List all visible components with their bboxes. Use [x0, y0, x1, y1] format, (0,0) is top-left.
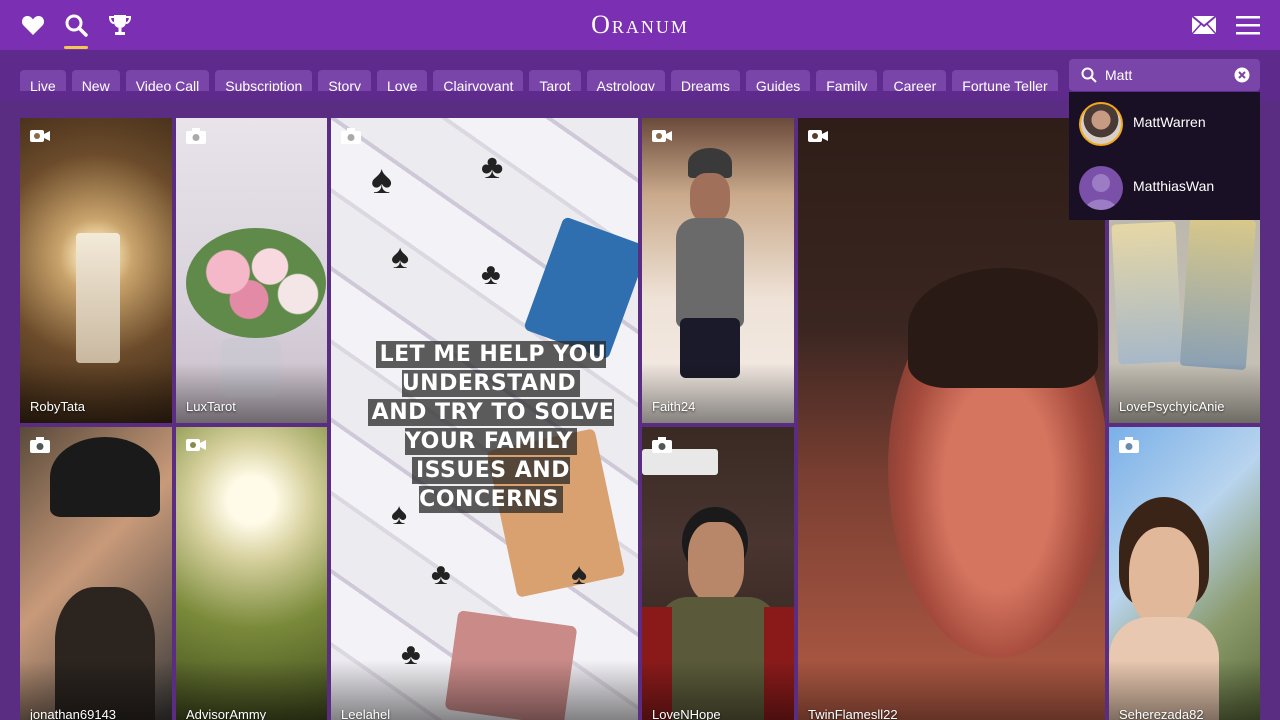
category-chip[interactable]: Subscription [215, 70, 313, 91]
performer-name: LovePsychyicAnie [1119, 399, 1225, 414]
category-chip[interactable]: Family [816, 70, 878, 91]
performer-tile[interactable]: ♠ ♣ ♠ ♣ ♠ ♣ ♣ ♠ LET ME HELP YOU UNDERSTA… [331, 118, 638, 720]
club-glyph: ♣ [481, 148, 504, 186]
performer-tile[interactable]: jonathan69143 [20, 427, 172, 720]
performer-name: Leelahel [341, 707, 391, 720]
camera-icon [652, 437, 672, 453]
category-chip[interactable]: Guides [745, 70, 811, 91]
search-result-name: MatthiasWan [1133, 178, 1215, 194]
search-results-dropdown: MattWarren MatthiasWan [1069, 92, 1260, 220]
performer-tile[interactable]: TwinFlamesll22 [798, 118, 1105, 720]
category-chip[interactable]: Fortune Teller [952, 70, 1058, 91]
performer-name: AdvisorAmmy [186, 707, 267, 720]
trophy-icon[interactable] [107, 12, 133, 38]
camera-icon [186, 128, 206, 144]
avatar [1079, 102, 1123, 146]
camera-icon [1119, 437, 1139, 453]
performer-name: LoveNHope [652, 707, 721, 720]
performer-name: Seherezada82 [1119, 707, 1204, 720]
search-result-item[interactable]: MatthiasWan [1069, 156, 1260, 220]
performer-name: Faith24 [652, 399, 696, 414]
category-chip[interactable]: Dreams [670, 70, 740, 91]
video-icon [30, 130, 50, 142]
performer-tile[interactable]: Seherezada82 [1109, 427, 1260, 720]
club-glyph: ♣ [481, 258, 501, 291]
avatar-placeholder [1079, 166, 1123, 210]
camera-icon [341, 128, 361, 144]
performer-name: RobyTata [30, 399, 85, 414]
search-icon [1081, 67, 1097, 83]
category-chip[interactable]: Live [20, 70, 66, 91]
club-glyph: ♣ [431, 558, 451, 591]
video-icon [808, 130, 828, 142]
performer-tile[interactable]: LuxTarot [176, 118, 327, 423]
active-tab-indicator [64, 46, 88, 49]
tile-overlay-caption: LET ME HELP YOU UNDERSTAND AND TRY TO SO… [341, 340, 638, 514]
category-chip[interactable]: Career [883, 70, 947, 91]
clear-search-icon[interactable] [1234, 67, 1250, 83]
category-chip[interactable]: Love [377, 70, 428, 91]
category-chip[interactable]: Clairvoyant [433, 70, 524, 91]
oranum-logo[interactable]: Oranum [540, 10, 740, 40]
category-chip[interactable]: Astrology [586, 70, 665, 91]
category-chip[interactable]: Video Call [125, 70, 210, 91]
spade-glyph: ♠ [391, 238, 410, 276]
menu-icon[interactable] [1235, 12, 1261, 38]
performer-tile[interactable]: RobyTata [20, 118, 172, 423]
search-input[interactable] [1105, 63, 1225, 87]
performer-name: LuxTarot [186, 399, 236, 414]
camera-icon [30, 437, 50, 453]
performer-tile[interactable]: LoveNHope [642, 427, 794, 720]
video-icon [186, 439, 206, 451]
category-chips: Live New Video Call Subscription Story Love Cl… [20, 59, 1062, 91]
video-icon [652, 130, 672, 142]
category-chip[interactable]: New [71, 70, 120, 91]
performer-tile[interactable]: Faith24 [642, 118, 794, 423]
category-chip[interactable]: Tarot [529, 70, 581, 91]
search-result-item[interactable]: MattWarren [1069, 92, 1260, 156]
search-result-name: MattWarren [1133, 114, 1206, 130]
mail-icon[interactable] [1191, 12, 1217, 38]
performer-tile[interactable]: AdvisorAmmy [176, 427, 327, 720]
performer-name: jonathan69143 [30, 707, 117, 720]
spade-glyph: ♠ [571, 558, 587, 591]
search-box [1069, 59, 1260, 91]
spade-glyph: ♠ [371, 158, 393, 202]
search-icon[interactable] [63, 12, 89, 38]
performer-name: TwinFlamesll22 [808, 707, 898, 720]
category-chip[interactable]: Story [318, 70, 371, 91]
top-bar: Oranum [0, 0, 1280, 50]
heart-icon[interactable] [20, 12, 46, 38]
